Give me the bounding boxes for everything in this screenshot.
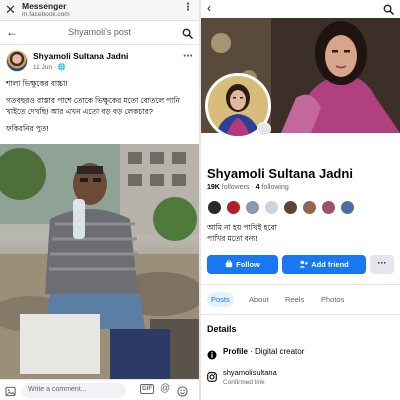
page-title: Shyamoli's post (68, 27, 131, 37)
bio-line: পাখির মতো বন্য! (207, 234, 258, 243)
follow-stats: 19K followers · 4 following (207, 184, 289, 191)
friend-avatar[interactable] (340, 200, 355, 215)
instagram-icon (207, 369, 217, 387)
follow-button[interactable]: Follow (207, 255, 278, 274)
post-date: 11 Jun (33, 64, 53, 71)
section-divider (201, 314, 400, 315)
post-photo[interactable] (0, 144, 199, 379)
camera-icon[interactable] (257, 122, 271, 136)
more-options-icon[interactable]: ⋯ (183, 51, 193, 62)
friend-avatar[interactable] (283, 200, 298, 215)
gif-button[interactable]: GIF (140, 384, 154, 394)
search-icon[interactable] (182, 26, 193, 44)
tab-reels[interactable]: Reels (281, 292, 308, 307)
profile-name: Shyamoli Sultana Jadni (207, 166, 353, 181)
follow-icon (225, 259, 233, 270)
post-line: গতবছরও রাস্তার পাশে তোকে ভিক্ষুকের মতো ব… (6, 96, 180, 116)
more-button[interactable]: ··· (370, 255, 394, 274)
comment-bar: Write a comment... GIF @ (0, 379, 199, 400)
post-view-pane: ✕ Messenger m.facebook.com ⋮ ← Shyamoli'… (0, 0, 199, 400)
friend-avatar[interactable] (302, 200, 317, 215)
details-heading: Details (207, 324, 237, 334)
search-icon[interactable] (383, 2, 394, 20)
post-line: শালা ভিক্ষুকের বাচ্চা! (6, 79, 68, 88)
followers-count[interactable]: 19K (207, 184, 220, 191)
friend-avatar[interactable] (245, 200, 260, 215)
in-app-browser-bar: ✕ Messenger m.facebook.com ⋮ (0, 0, 199, 21)
friend-avatar[interactable] (207, 200, 222, 215)
comment-input[interactable]: Write a comment... (22, 383, 126, 398)
street-photo-illustration (0, 144, 199, 379)
friend-avatar[interactable] (264, 200, 279, 215)
profile-type-text: Profile · Digital creator (223, 347, 304, 356)
post-text: শালা ভিক্ষুকের বাচ্চা! গতবছরও রাস্তার পা… (0, 78, 199, 134)
browser-url: m.facebook.com (22, 11, 70, 18)
friend-avatar[interactable] (226, 200, 241, 215)
browser-title: Messenger (22, 1, 67, 11)
mention-icon[interactable]: @ (160, 383, 170, 394)
post-line: ফকিরনির পুত! (6, 124, 49, 133)
confirmed-link-label: Confirmed link (223, 379, 265, 386)
info-icon (207, 347, 217, 365)
post-page-header: ← Shyamoli's post (0, 21, 199, 45)
globe-icon: 🌐 (57, 64, 66, 71)
close-icon[interactable]: ✕ (5, 3, 16, 16)
tab-posts[interactable]: Posts (207, 292, 234, 307)
post-author-name[interactable]: Shyamoli Sultana Jadni (33, 51, 128, 61)
instagram-handle[interactable]: shyamolisultana (223, 368, 277, 377)
section-divider (201, 284, 400, 285)
add-friend-label: Add friend (311, 260, 349, 269)
profile-bio: আমি না হয় পাখিই হবো পাখির মতো বন্য! (207, 222, 277, 244)
profile-pane: ‹ Shyamoli Sultana Jadni 19K followers ·… (201, 0, 400, 400)
friend-avatar[interactable] (321, 200, 336, 215)
tab-photos[interactable]: Photos (317, 292, 348, 307)
following-label[interactable]: following (262, 184, 289, 191)
profile-type: Digital creator (255, 347, 305, 356)
emoji-icon[interactable] (177, 384, 188, 400)
followers-label[interactable]: followers (222, 184, 250, 191)
post-meta: 11 Jun · 🌐 (33, 63, 66, 71)
bio-line: আমি না হয় পাখিই হবো (207, 223, 277, 232)
back-arrow-icon[interactable]: ‹ (207, 1, 211, 15)
author-avatar[interactable] (6, 50, 28, 72)
add-friend-button[interactable]: Add friend (282, 255, 366, 274)
tab-about[interactable]: About (245, 292, 273, 307)
post-header: Shyamoli Sultana Jadni 11 Jun · 🌐 ⋯ (0, 48, 199, 78)
follow-label: Follow (236, 260, 260, 269)
more-vertical-icon[interactable]: ⋮ (183, 3, 193, 13)
profile-label: Profile (223, 347, 248, 356)
photo-icon[interactable] (5, 384, 16, 400)
following-count[interactable]: 4 (256, 184, 260, 191)
add-person-icon (299, 260, 309, 270)
